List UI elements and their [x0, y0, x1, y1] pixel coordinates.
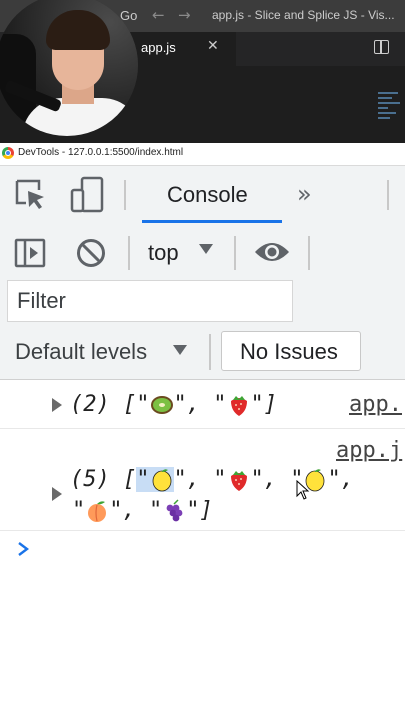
toolbar-divider [209, 334, 211, 370]
array-preview[interactable]: (5) [" ", " ", " ", [70, 467, 354, 492]
peach-emoji-icon [85, 499, 109, 523]
toolbar-divider [234, 236, 236, 270]
array-preview-continued: " ", " "] [72, 498, 213, 523]
strawberry-emoji-icon [227, 393, 251, 417]
context-label: top [148, 240, 179, 265]
vscode-window-title: app.js - Slice and Splice JS - Vis... [212, 8, 395, 22]
eye-icon[interactable] [253, 238, 291, 266]
show-sidebar-icon[interactable] [14, 238, 46, 268]
tab-console-label: Console [167, 182, 248, 207]
editor-tab-label: app.js [141, 40, 176, 55]
expand-triangle-icon[interactable] [52, 487, 62, 501]
toolbar-divider [387, 180, 389, 210]
toolbar-divider [128, 236, 130, 270]
devtools-window-title: DevTools - 127.0.0.1:5500/index.html [18, 147, 184, 158]
close-icon[interactable]: ✕ [207, 38, 219, 54]
array-count: (2) [70, 392, 110, 417]
toolbar-divider [124, 180, 126, 210]
filter-input[interactable] [9, 282, 289, 320]
kiwi-emoji-icon [150, 393, 174, 417]
issues-label: No Issues [240, 339, 338, 364]
chrome-icon [2, 147, 14, 159]
active-tab-indicator [142, 220, 282, 223]
source-link[interactable]: app.j [336, 438, 402, 463]
inspect-element-icon[interactable] [14, 178, 48, 212]
clear-console-icon[interactable] [75, 237, 107, 269]
forward-arrow-icon[interactable]: → [178, 6, 191, 24]
grapes-emoji-icon [162, 499, 186, 523]
array-preview[interactable]: (2) [" ", " "] [70, 392, 277, 417]
split-editor-icon[interactable] [374, 40, 389, 54]
source-link[interactable]: app. [349, 392, 402, 417]
log-levels-label: Default levels [15, 339, 148, 364]
minimap[interactable] [378, 92, 404, 126]
more-tabs-icon[interactable]: » [297, 180, 312, 208]
lemon-emoji-icon [150, 468, 174, 492]
device-toolbar-icon[interactable] [70, 176, 106, 214]
mouse-cursor-icon [296, 480, 310, 500]
chevron-down-icon [199, 244, 213, 254]
strawberry-emoji-icon [227, 468, 251, 492]
array-count: (5) [70, 467, 110, 492]
console-prompt-icon[interactable] [16, 541, 30, 557]
expand-triangle-icon[interactable] [52, 398, 62, 412]
back-arrow-icon[interactable]: ← [152, 6, 165, 24]
chevron-down-icon [173, 345, 187, 355]
toolbar-divider [308, 236, 310, 270]
webcam-overlay [0, 0, 138, 136]
